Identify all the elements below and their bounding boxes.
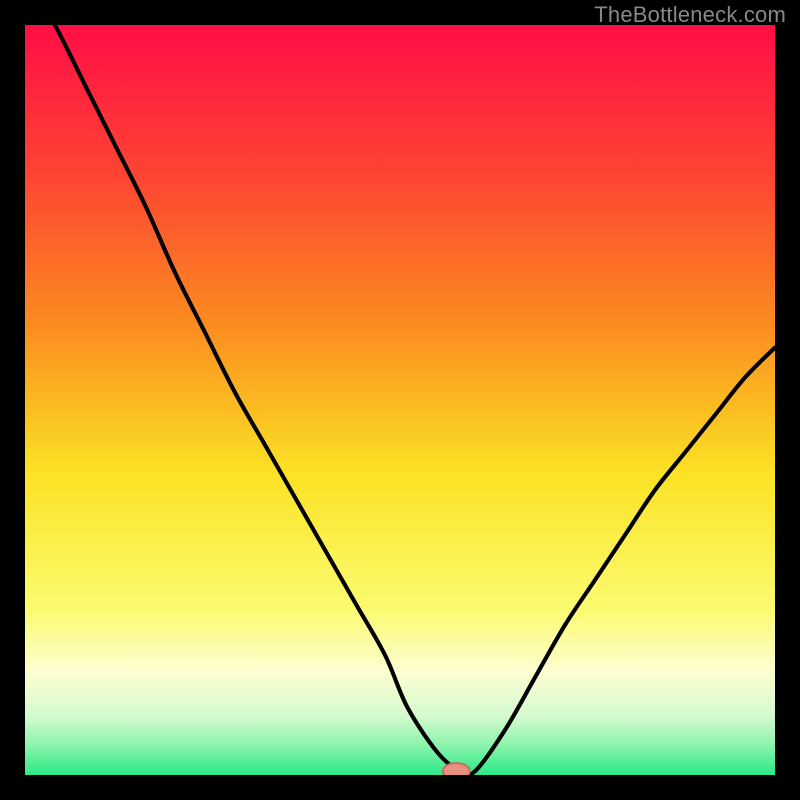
gradient-background [25,25,775,775]
chart-frame: TheBottleneck.com [0,0,800,800]
bottleneck-chart [25,25,775,775]
optimal-point-marker [443,763,470,775]
